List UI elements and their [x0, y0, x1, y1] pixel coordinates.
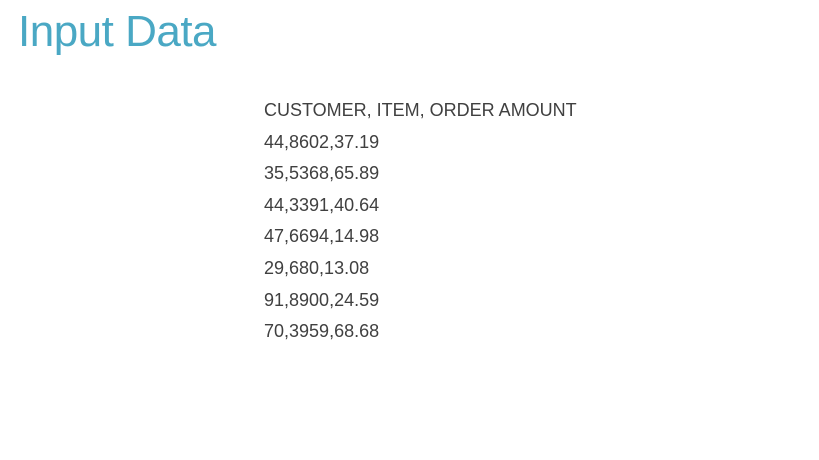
data-row: 44,8602,37.19: [264, 131, 380, 152]
slide: Input Data CUSTOMER, ITEM, ORDER AMOUNT …: [0, 0, 819, 460]
data-row: 35,5368,65.89: [264, 163, 380, 184]
data-row: 44,3391,40.64: [264, 194, 380, 215]
slide-title: Input Data: [18, 7, 217, 56]
data-row: 91,8900,24.59: [264, 289, 380, 310]
data-listing: CUSTOMER, ITEM, ORDER AMOUNT 44,8602,37.…: [264, 96, 577, 349]
data-row: 70,3959,68.68: [264, 321, 380, 342]
data-row: 47,6694,14.98: [264, 226, 380, 247]
data-header-line: CUSTOMER, ITEM, ORDER AMOUNT: [264, 100, 577, 120]
data-row: 29,680,13.08: [264, 257, 370, 278]
